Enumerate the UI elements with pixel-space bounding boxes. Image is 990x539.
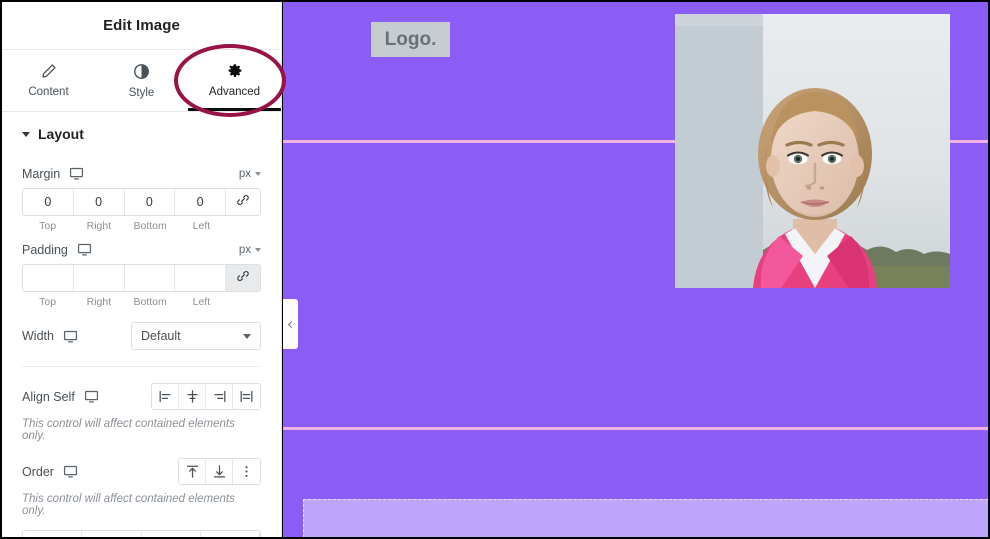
order-hint: This control will affect contained eleme…	[22, 493, 235, 517]
padding-top-input[interactable]	[23, 265, 74, 291]
align-self-label: Align Self	[22, 389, 75, 404]
contrast-icon	[133, 63, 150, 80]
tab-advanced[interactable]: Advanced	[188, 50, 281, 111]
next-input-1[interactable]	[23, 531, 83, 537]
align-self-control-row: Align Self	[22, 383, 261, 410]
align-stretch-icon[interactable]	[233, 384, 260, 409]
width-select[interactable]: Default	[131, 322, 261, 350]
align-center-icon[interactable]	[179, 384, 206, 409]
width-control-row: Width Default	[22, 322, 261, 350]
next-input-2[interactable]	[82, 531, 142, 537]
margin-right-input[interactable]	[73, 189, 125, 215]
order-end-icon[interactable]	[206, 459, 233, 484]
padding-left-label: Left	[192, 296, 211, 308]
website-preview-canvas: Logo. I'm Chloe	[283, 2, 988, 537]
align-self-hint: This control will affect contained eleme…	[22, 418, 235, 442]
tab-style[interactable]: Style	[95, 50, 188, 111]
align-start-icon[interactable]	[152, 384, 179, 409]
margin-unit-selector[interactable]: px	[239, 168, 261, 180]
padding-left-input[interactable]	[175, 265, 226, 291]
tab-style-label: Style	[128, 86, 155, 99]
hero-image[interactable]	[675, 14, 950, 288]
margin-left-input[interactable]	[175, 189, 226, 215]
chevron-down-icon	[243, 333, 251, 339]
dashed-section-placeholder[interactable]	[303, 499, 988, 537]
margin-right-label: Right	[86, 220, 112, 232]
padding-right-input[interactable]	[73, 265, 125, 291]
margin-top-label: Top	[39, 220, 57, 232]
padding-inputs	[22, 264, 261, 292]
section-layout-header[interactable]: Layout	[22, 112, 261, 156]
logo-placeholder[interactable]: Logo.	[371, 22, 450, 57]
margin-inputs	[22, 188, 261, 216]
align-end-icon[interactable]	[206, 384, 233, 409]
margin-link-values-button[interactable]	[226, 189, 260, 215]
chevron-down-icon	[255, 171, 261, 176]
width-label: Width	[22, 329, 54, 343]
margin-side-labels: Top Right Bottom Left	[22, 220, 261, 232]
chevron-down-icon	[22, 131, 30, 137]
padding-side-labels: Top Right Bottom Left	[22, 296, 261, 308]
padding-bottom-input[interactable]	[124, 265, 176, 291]
width-select-value: Default	[141, 329, 181, 343]
margin-bottom-input[interactable]	[124, 189, 176, 215]
margin-top-input[interactable]	[23, 189, 74, 215]
link-icon	[236, 193, 250, 212]
divider	[22, 366, 261, 367]
padding-bottom-label: Bottom	[133, 296, 167, 308]
padding-label: Padding	[22, 242, 68, 257]
desktop-icon[interactable]	[84, 389, 99, 404]
section-divider-bottom	[283, 427, 988, 430]
next-input-4[interactable]	[200, 531, 260, 537]
padding-unit-selector[interactable]: px	[239, 244, 261, 256]
next-control-inputs-partial	[22, 530, 261, 537]
tab-content[interactable]: Content	[2, 50, 95, 111]
order-start-icon[interactable]	[179, 459, 206, 484]
desktop-icon[interactable]	[63, 329, 78, 344]
align-self-button-group	[151, 383, 261, 410]
section-layout-title: Layout	[38, 126, 84, 142]
margin-bottom-label: Bottom	[133, 220, 167, 232]
logo-text: Logo.	[384, 28, 437, 50]
next-input-3[interactable]	[141, 531, 201, 537]
chevron-left-icon	[287, 320, 296, 328]
padding-top-label: Top	[39, 296, 57, 308]
app-root: Edit Image Content Style Advanced Layout…	[0, 0, 990, 539]
tab-advanced-label: Advanced	[208, 86, 261, 98]
padding-control-row: Padding px	[22, 242, 261, 257]
desktop-icon[interactable]	[69, 166, 84, 181]
panel-tabs: Content Style Advanced	[2, 50, 281, 112]
panel-collapse-handle[interactable]	[283, 299, 298, 349]
margin-control-row: Margin px	[22, 166, 261, 181]
chevron-down-icon	[255, 247, 261, 252]
desktop-icon[interactable]	[63, 464, 78, 479]
desktop-icon[interactable]	[77, 242, 92, 257]
order-custom-icon[interactable]	[233, 459, 260, 484]
portrait-illustration	[675, 14, 950, 288]
padding-right-label: Right	[86, 296, 112, 308]
order-button-group	[178, 458, 261, 485]
padding-unit-label: px	[238, 243, 251, 256]
link-icon	[236, 269, 250, 288]
tab-content-label: Content	[28, 86, 69, 98]
margin-label: Margin	[22, 166, 61, 181]
margin-unit-label: px	[238, 167, 251, 180]
gear-icon	[227, 63, 243, 79]
pencil-icon	[41, 63, 57, 79]
margin-left-label: Left	[192, 220, 211, 232]
edit-image-panel: Edit Image Content Style Advanced Layout…	[2, 2, 282, 537]
order-label: Order	[22, 464, 54, 479]
section-layout: Layout Margin px 0 0 0 0 Top Right Botto…	[2, 112, 281, 537]
padding-link-values-button[interactable]	[226, 265, 260, 291]
page-title: Edit Image	[2, 2, 281, 50]
order-control-row: Order	[22, 458, 261, 485]
